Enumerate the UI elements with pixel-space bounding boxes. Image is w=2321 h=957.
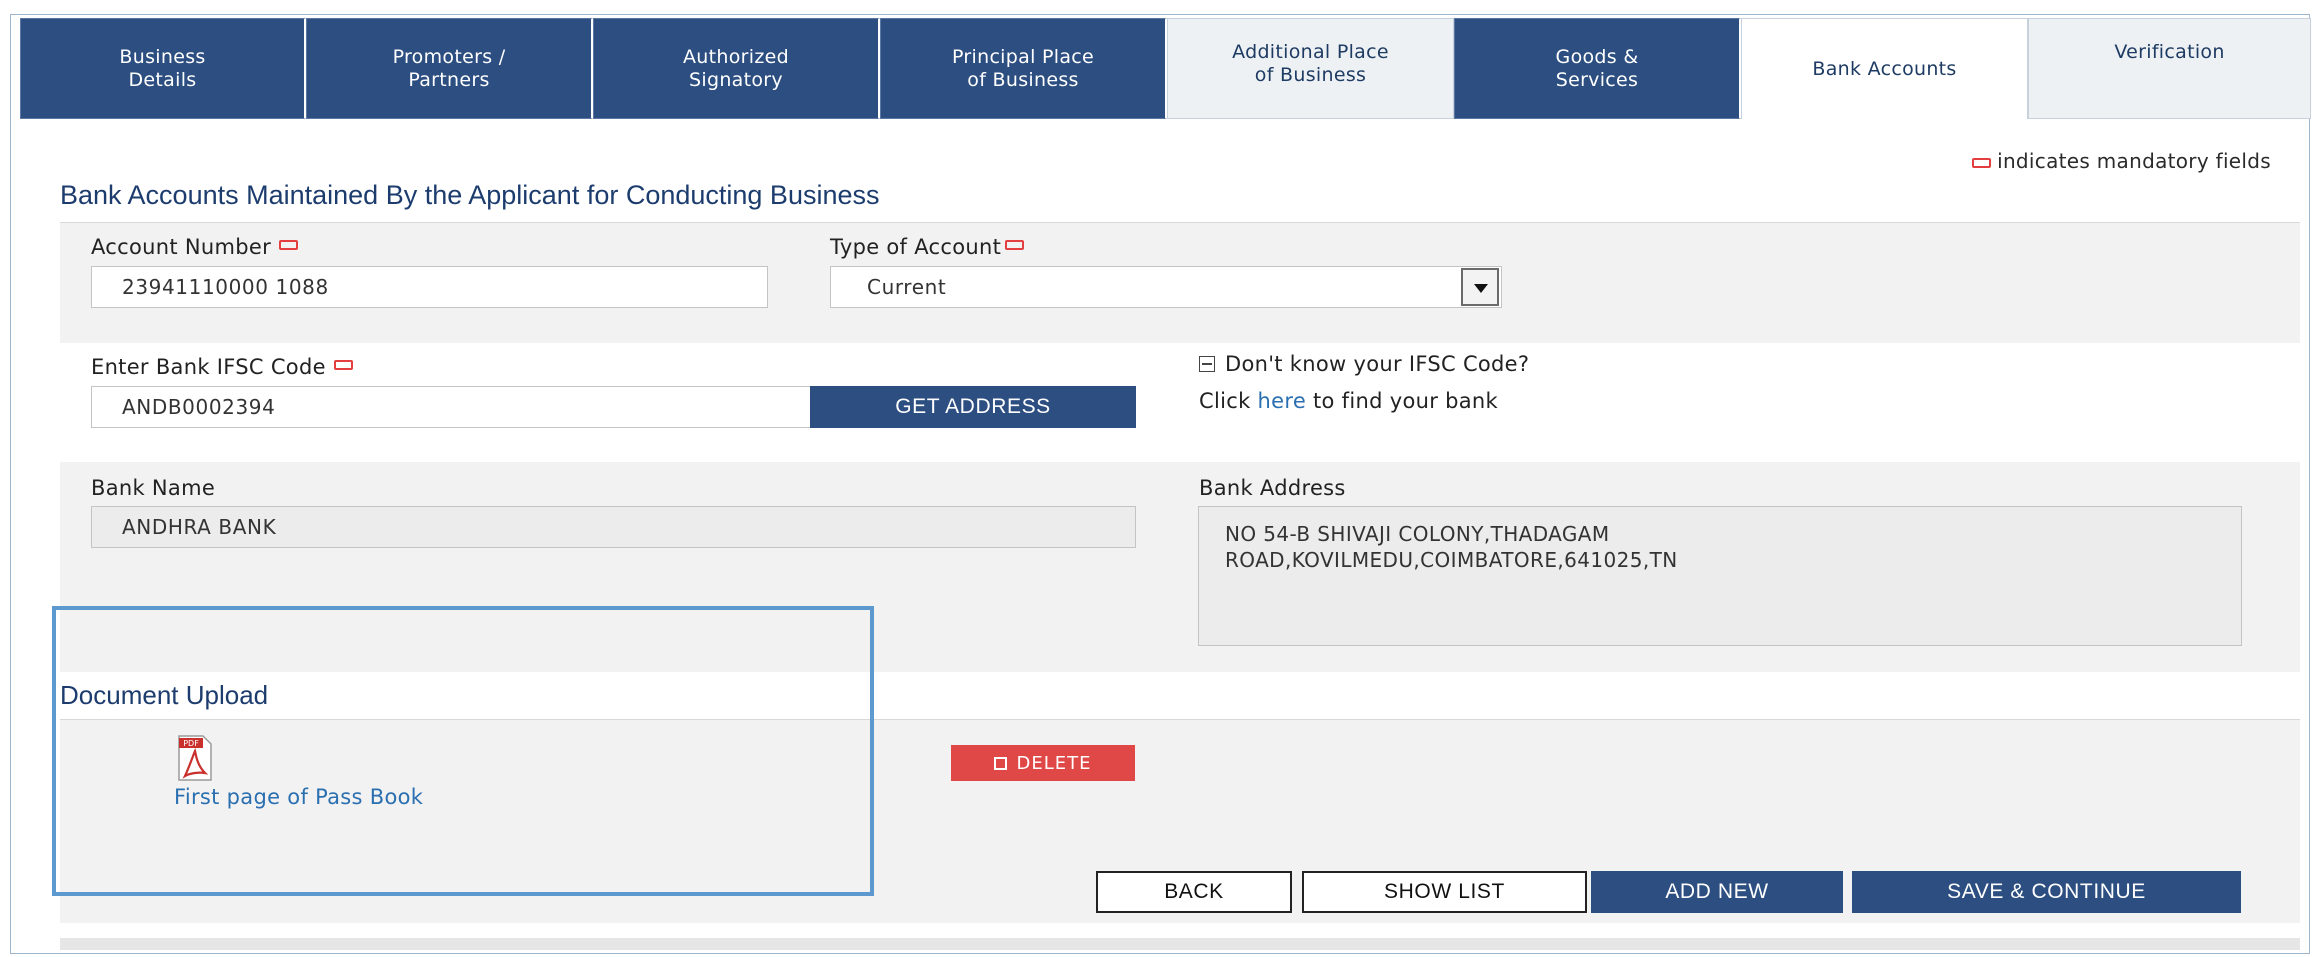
bank-address-line2: ROAD,KOVILMEDU,COIMBATORE,641025,TN — [1225, 548, 1678, 572]
required-marker-icon — [1005, 240, 1025, 250]
tab-bar: Business Details Promoters / Partners Au… — [20, 18, 2311, 119]
ifsc-help-question: Don't know your IFSC Code? — [1225, 352, 1530, 376]
collapse-icon[interactable] — [1199, 356, 1215, 372]
section-title: Bank Accounts Maintained By the Applican… — [60, 180, 880, 210]
ifsc-input[interactable]: ANDB0002394 — [91, 386, 811, 428]
highlight-box — [52, 606, 874, 896]
account-type-label: Type of Account — [830, 235, 1025, 259]
delete-icon — [994, 756, 1008, 770]
find-bank-link[interactable]: here — [1258, 389, 1307, 413]
tab-promoters-partners[interactable]: Promoters / Partners — [306, 18, 593, 119]
bank-name-field: ANDHRA BANK — [91, 506, 1136, 548]
help-suffix: to find your bank — [1306, 389, 1498, 413]
bank-address-label: Bank Address — [1199, 476, 1346, 500]
tab-verification[interactable]: Verification — [2028, 18, 2311, 119]
bank-address-line1: NO 54-B SHIVAJI COLONY,THADAGAM — [1225, 522, 1610, 546]
tab-principal-place[interactable]: Principal Place of Business — [880, 18, 1167, 119]
account-number-label: Account Number — [91, 235, 299, 259]
save-continue-button[interactable]: SAVE & CONTINUE — [1852, 871, 2241, 913]
bank-name-label: Bank Name — [91, 476, 216, 500]
show-list-button[interactable]: SHOW LIST — [1302, 871, 1587, 913]
ifsc-help-toggle[interactable]: Don't know your IFSC Code? — [1199, 352, 1529, 376]
back-button[interactable]: BACK — [1096, 871, 1292, 913]
delete-button[interactable]: DELETE — [951, 745, 1135, 781]
top-strip — [0, 0, 2321, 14]
mandatory-fields-note: indicates mandatory fields — [1972, 149, 2271, 173]
ifsc-label: Enter Bank IFSC Code — [91, 355, 353, 379]
tab-bank-accounts[interactable]: Bank Accounts — [1741, 18, 2028, 119]
required-marker-icon — [279, 240, 299, 250]
ifsc-help-text: Click here to find your bank — [1199, 389, 1498, 413]
account-number-input[interactable]: 23941110000 1088 — [91, 266, 768, 308]
add-new-button[interactable]: ADD NEW — [1591, 871, 1843, 913]
bottom-band — [60, 938, 2300, 950]
tab-business-details[interactable]: Business Details — [20, 18, 306, 119]
required-marker-icon — [1972, 157, 1992, 168]
ifsc-label-text: Enter Bank IFSC Code — [91, 355, 326, 379]
required-marker-icon — [333, 360, 353, 370]
mandatory-note-text: indicates mandatory fields — [1997, 149, 2271, 173]
tab-additional-place[interactable]: Additional Place of Business — [1167, 18, 1454, 119]
dropdown-arrow-icon[interactable] — [1461, 268, 1499, 306]
account-number-label-text: Account Number — [91, 235, 272, 259]
delete-label: DELETE — [1016, 752, 1092, 774]
tab-authorized-signatory[interactable]: Authorized Signatory — [593, 18, 880, 119]
get-address-button[interactable]: GET ADDRESS — [810, 386, 1136, 428]
account-type-select[interactable]: Current — [830, 266, 1502, 308]
help-prefix: Click — [1199, 389, 1258, 413]
account-type-label-text: Type of Account — [830, 235, 1002, 259]
tab-goods-services[interactable]: Goods & Services — [1454, 18, 1741, 119]
bank-address-field: NO 54-B SHIVAJI COLONY,THADAGAM ROAD,KOV… — [1198, 506, 2242, 646]
